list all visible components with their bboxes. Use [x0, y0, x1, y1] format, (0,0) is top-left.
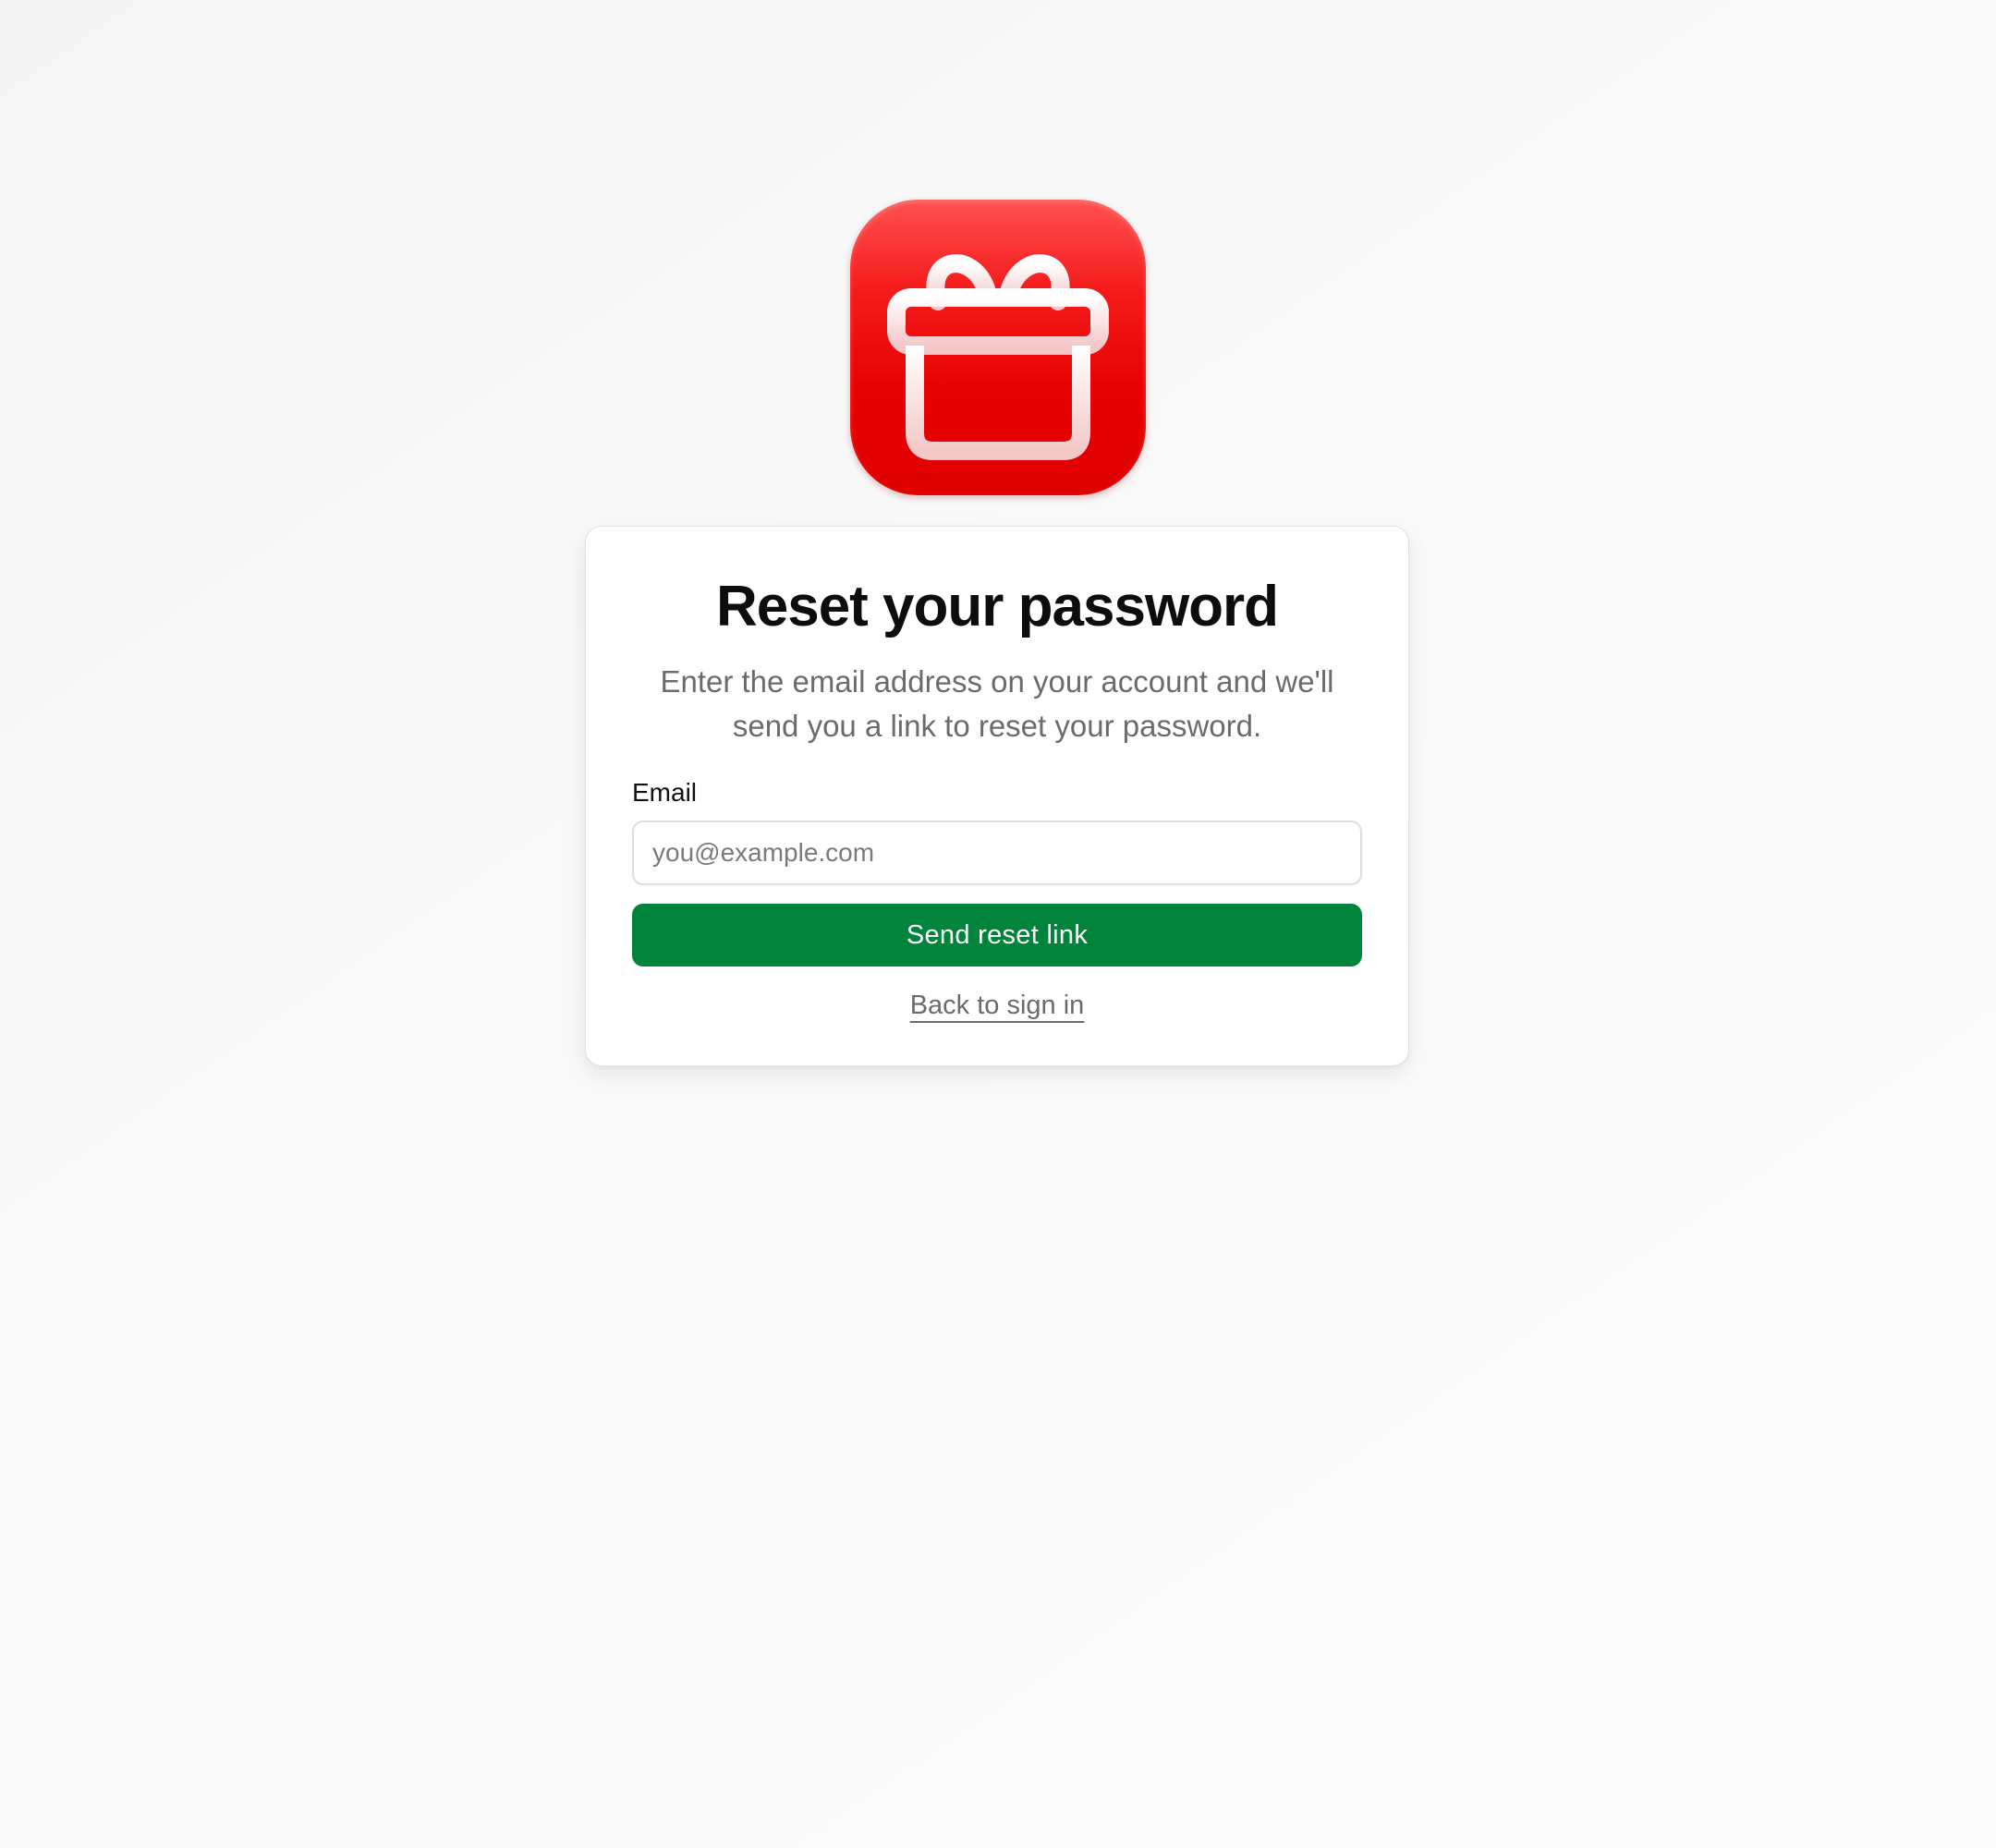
- page-title: Reset your password: [715, 575, 1279, 638]
- email-label: Email: [632, 778, 698, 807]
- page-subtitle: Enter the email address on your account …: [660, 664, 1334, 743]
- back-link-container: Back to sign in: [632, 991, 1362, 1021]
- reset-password-card: Reset your password Enter the email addr…: [585, 526, 1409, 1066]
- app-logo: [850, 200, 1146, 495]
- email-field[interactable]: [632, 821, 1362, 885]
- send-reset-link-button[interactable]: Send reset link: [632, 904, 1362, 967]
- back-to-sign-in-link[interactable]: Back to sign in: [910, 991, 1085, 1020]
- gift-icon: [887, 254, 1109, 460]
